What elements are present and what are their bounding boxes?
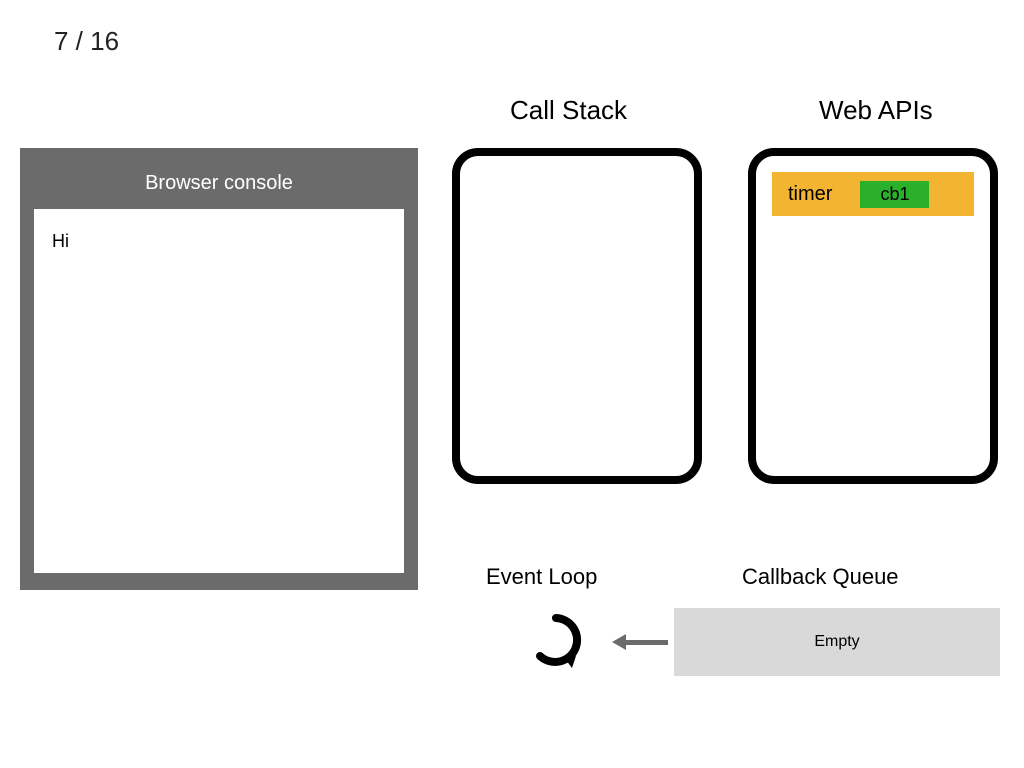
callback-queue-state: Empty <box>814 633 859 651</box>
callback-queue-box: Empty <box>674 608 1000 676</box>
slide-counter: 7 / 16 <box>54 26 119 57</box>
call-stack-title: Call Stack <box>510 95 627 126</box>
timer-label: timer <box>788 183 832 206</box>
call-stack-box <box>452 148 702 484</box>
callback-badge: cb1 <box>860 181 929 208</box>
web-api-entry: timer cb1 <box>772 172 974 216</box>
loop-icon <box>528 612 584 668</box>
arrow-left-icon <box>612 632 668 652</box>
browser-console-panel: Browser console Hi <box>20 148 418 590</box>
event-loop-title: Event Loop <box>486 564 597 590</box>
web-apis-box: timer cb1 <box>748 148 998 484</box>
callback-queue-title: Callback Queue <box>742 564 899 590</box>
console-line: Hi <box>52 231 386 252</box>
browser-console-title: Browser console <box>34 162 404 209</box>
web-apis-title: Web APIs <box>819 95 933 126</box>
browser-console-body: Hi <box>34 209 404 573</box>
